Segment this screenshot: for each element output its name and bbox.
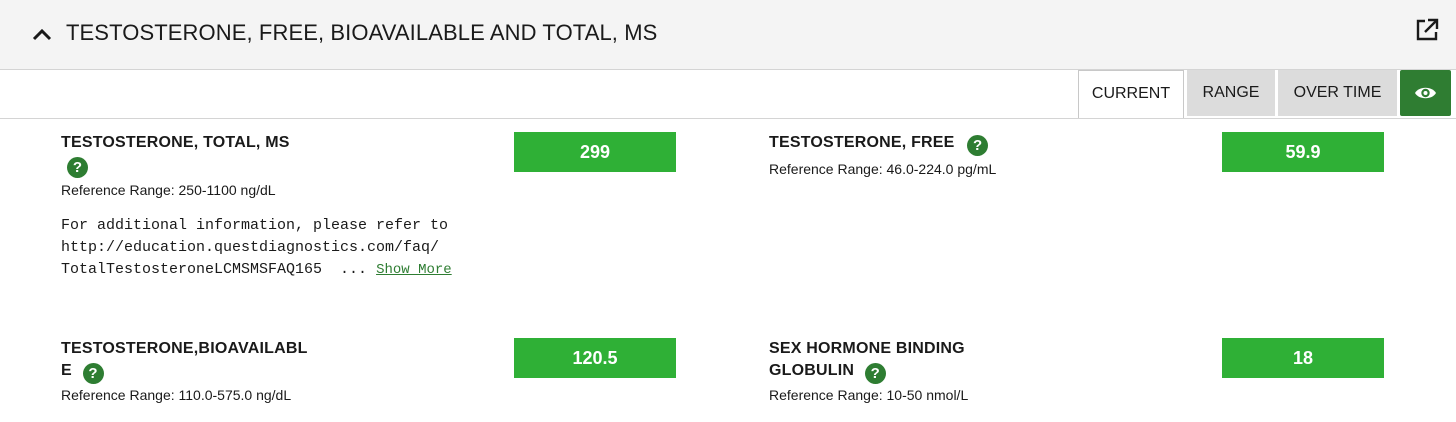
tab-current[interactable]: CURRENT <box>1078 70 1184 118</box>
help-icon[interactable]: ? <box>67 157 88 178</box>
reference-range: Reference Range: 46.0-224.0 pg/mL <box>769 161 997 177</box>
eye-icon <box>1415 87 1436 99</box>
reference-range: Reference Range: 10-50 nmol/L <box>769 387 969 403</box>
tab-over-time[interactable]: OVER TIME <box>1278 70 1397 116</box>
result-name-shbg: SEX HORMONE BINDING GLOBULIN ? <box>769 338 965 384</box>
help-icon[interactable]: ? <box>864 363 886 384</box>
toggle-view-button[interactable] <box>1400 70 1451 116</box>
panel-title: TESTOSTERONE, FREE, BIOAVAILABLE AND TOT… <box>66 20 658 45</box>
result-name-text: GLOBULIN <box>769 362 855 379</box>
result-name-total: TESTOSTERONE, TOTAL, MS ? <box>61 132 290 178</box>
result-name-text: SEX HORMONE BINDING <box>769 340 965 357</box>
note-line: http://education.questdiagnostics.com/fa… <box>61 239 440 256</box>
note-line: TotalTestosteroneLCMSMSFAQ165 ... <box>61 261 377 278</box>
result-name-text: TESTOSTERONE,BIOAVAILABL <box>61 340 308 357</box>
result-value: 120.5 <box>514 338 676 378</box>
reference-range: Reference Range: 110.0-575.0 ng/dL <box>61 387 292 403</box>
chevron-up-icon[interactable] <box>31 24 53 46</box>
result-value: 59.9 <box>1222 132 1384 172</box>
tab-range[interactable]: RANGE <box>1187 70 1275 116</box>
panel-header: TESTOSTERONE, FREE, BIOAVAILABLE AND TOT… <box>0 0 1456 70</box>
external-link-icon[interactable] <box>1414 17 1440 43</box>
result-value: 299 <box>514 132 676 172</box>
result-note: For additional information, please refer… <box>61 215 501 281</box>
result-name-text: E <box>61 362 72 379</box>
show-more-link[interactable]: Show More <box>376 262 452 278</box>
view-tabs: CURRENT RANGE OVER TIME <box>0 69 1456 119</box>
help-icon[interactable]: ? <box>82 363 104 384</box>
help-icon[interactable]: ? <box>967 135 989 156</box>
result-name-text: TESTOSTERONE, TOTAL, MS <box>61 134 290 151</box>
note-line: For additional information, please refer… <box>61 217 449 234</box>
reference-range: Reference Range: 250-1100 ng/dL <box>61 182 276 198</box>
result-value: 18 <box>1222 338 1384 378</box>
result-name-text: TESTOSTERONE, FREE <box>769 134 955 151</box>
result-name-bioavailable: TESTOSTERONE,BIOAVAILABL E ? <box>61 338 308 384</box>
result-name-free: TESTOSTERONE, FREE ? <box>769 132 989 156</box>
